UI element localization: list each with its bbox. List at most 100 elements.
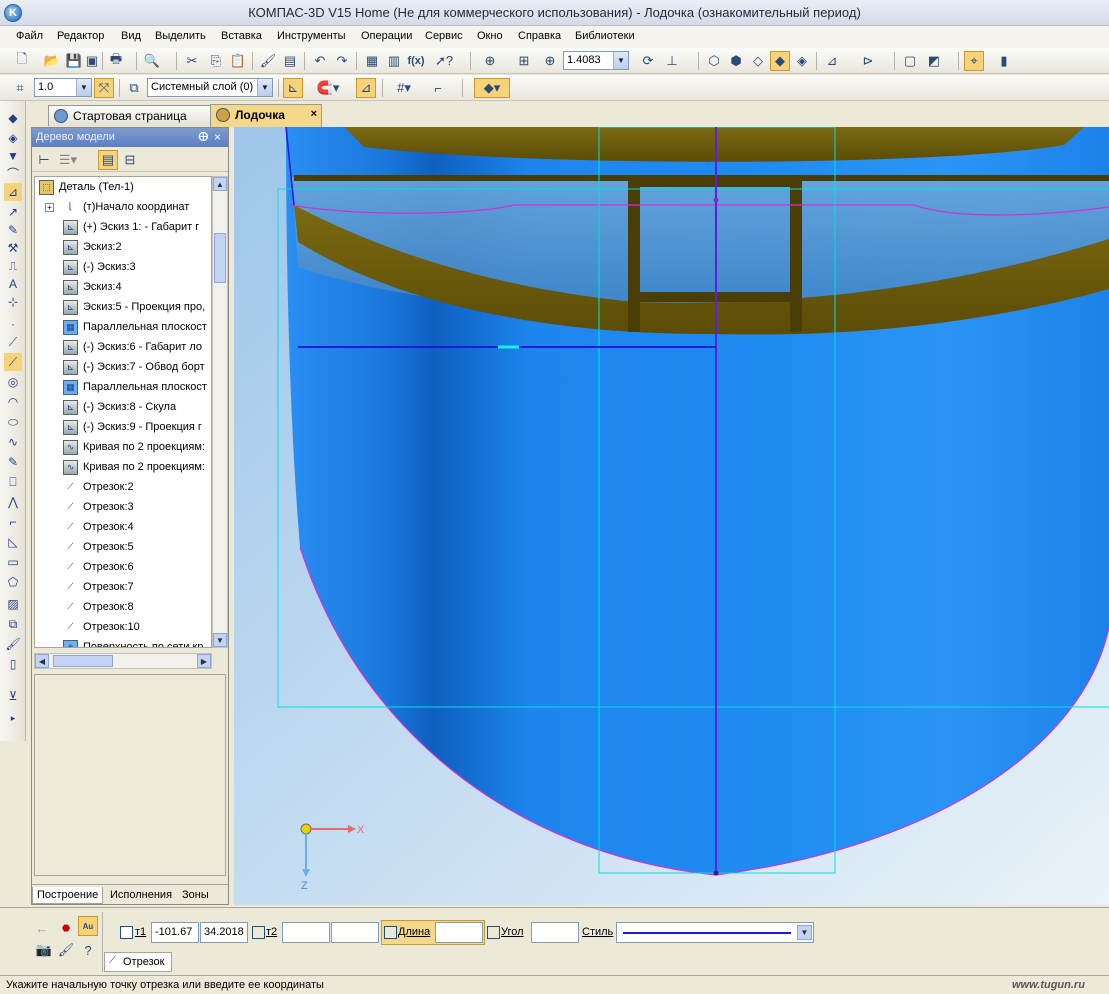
insert-icon[interactable]: ⊻ <box>4 687 22 705</box>
t1-y-field[interactable]: 34.2018 <box>200 922 248 943</box>
copy-geometry-icon[interactable]: ⧉ <box>4 615 22 633</box>
expand-icon[interactable]: + <box>45 203 54 212</box>
tree-item[interactable]: ⟋ Отрезок:3 <box>35 497 211 517</box>
chevron-down-icon[interactable]: ▼ <box>613 52 628 69</box>
spatial-curves-icon[interactable]: ⌒ <box>4 165 22 183</box>
menu-insert[interactable]: Вставка <box>221 30 262 42</box>
tab-start-page[interactable]: Стартовая страница <box>48 105 226 126</box>
layer-combo[interactable]: Системный слой (0) ▼ <box>147 78 273 97</box>
chevron-down-icon[interactable]: ▼ <box>257 79 272 96</box>
tree-item[interactable]: ◈ Поверхность по сети кр <box>35 637 211 647</box>
tree-item[interactable]: ⟋ Отрезок:2 <box>35 477 211 497</box>
dimension-icon[interactable]: ↗ <box>4 203 22 221</box>
display-style-icon[interactable]: ◆▾ <box>474 78 510 98</box>
undo-icon[interactable]: ↶ <box>310 51 330 71</box>
tree-vertical-scrollbar[interactable]: ▲ ▼ <box>212 176 228 648</box>
chevron-down-icon[interactable]: ▼ <box>76 79 91 96</box>
ellipse-icon[interactable]: ⬭ <box>4 413 22 431</box>
sketch-endpoint[interactable] <box>713 870 719 876</box>
help-pointer-icon[interactable]: ➚? <box>434 51 454 71</box>
close-icon[interactable]: × <box>311 108 317 120</box>
surface-ops-icon[interactable]: ◈ <box>4 129 22 147</box>
format-brush-icon[interactable]: 🖌 <box>258 51 278 71</box>
local-cs-icon[interactable]: ⊿ <box>356 78 376 98</box>
open-icon[interactable]: 📂 <box>42 51 62 71</box>
tree-item[interactable]: ⊾ (-) Эскиз:9 - Проекция г <box>35 417 211 437</box>
fill-icon[interactable]: 🖌 <box>4 635 22 653</box>
angle-checkbox[interactable] <box>487 926 500 939</box>
round-icon[interactable]: ⌐ <box>428 78 448 98</box>
back-arrow-icon[interactable]: ← <box>32 918 52 938</box>
command-tab-segment[interactable]: ⟋ Отрезок <box>104 952 172 972</box>
tree-item[interactable]: ⊾ Эскиз:2 <box>35 237 211 257</box>
solid-ops-icon[interactable]: ◆ <box>4 109 22 127</box>
thin-lines-icon[interactable]: ◇ <box>748 51 768 71</box>
aux-line-icon[interactable]: ⟋ <box>4 333 22 351</box>
hidden-lines-icon[interactable]: ⬢ <box>726 51 746 71</box>
manager-icon[interactable]: ▦ <box>362 51 382 71</box>
tree-item[interactable]: ⟋ Отрезок:7 <box>35 577 211 597</box>
tree-horizontal-scrollbar[interactable]: ◀ ▶ <box>34 653 212 669</box>
camera-icon[interactable]: 📷 <box>34 940 54 960</box>
viewport-canvas[interactable]: X Z <box>234 127 1109 905</box>
rotate-icon[interactable]: ⟳ <box>638 51 658 71</box>
line-scale-combo[interactable]: 1.0 ▼ <box>34 78 92 97</box>
filter-icon[interactable]: ⊳ <box>858 51 878 71</box>
menu-tools[interactable]: Инструменты <box>277 30 346 42</box>
tree-item[interactable]: ⊾ (-) Эскиз:8 - Скула <box>35 397 211 417</box>
properties-icon[interactable]: ▤ <box>280 51 300 71</box>
text-icon[interactable]: A <box>4 275 22 293</box>
hatch-icon[interactable]: ▨ <box>4 595 22 613</box>
scroll-down-icon[interactable]: ▼ <box>213 633 227 647</box>
filter-ops-icon[interactable]: ▼ <box>4 147 22 165</box>
polygon-icon[interactable]: ⬠ <box>4 573 22 591</box>
hammer-icon[interactable]: ⚒ <box>4 239 22 257</box>
projection-icon[interactable]: ⎕ <box>4 473 22 491</box>
stop-icon[interactable]: ⬣ <box>56 918 76 938</box>
tree-item[interactable]: + ⌊ (т)Начало координат <box>35 197 211 217</box>
angle-field[interactable] <box>531 922 579 943</box>
scroll-thumb[interactable] <box>214 233 226 283</box>
snap-angle-icon[interactable]: ⤧ <box>94 78 114 98</box>
variables-icon[interactable]: f(x) <box>406 51 426 71</box>
magnet-icon[interactable]: 🧲▾ <box>312 78 344 98</box>
menu-libraries[interactable]: Библиотеки <box>575 30 635 42</box>
zoom-fit-icon[interactable]: ⊞ <box>514 51 534 71</box>
grid-icon[interactable]: #▾ <box>388 78 420 98</box>
chevron-down-icon[interactable]: ▼ <box>797 925 812 940</box>
scroll-left-icon[interactable]: ◀ <box>35 654 49 668</box>
tree-item[interactable]: ⟋ Отрезок:8 <box>35 597 211 617</box>
contour-icon[interactable]: ▯ <box>4 655 22 673</box>
t1-checkbox[interactable] <box>120 926 133 939</box>
tree-item[interactable]: ⊾ (-) Эскиз:6 - Габарит ло <box>35 337 211 357</box>
tree-filter-icon[interactable]: ⊟ <box>120 150 140 170</box>
step-icon[interactable]: ⌗ <box>10 78 30 98</box>
shaded-icon[interactable]: ◆ <box>770 51 790 71</box>
line-style-select[interactable]: ▼ <box>616 922 814 943</box>
t2-x-field[interactable] <box>282 922 330 943</box>
menu-editor[interactable]: Редактор <box>57 30 104 42</box>
tree-item[interactable]: ⟋ Отрезок:10 <box>35 617 211 637</box>
help-icon[interactable]: ? <box>78 940 98 960</box>
paste-icon[interactable]: 📋 <box>228 51 248 71</box>
spline-icon[interactable]: ∿ <box>4 433 22 451</box>
nurbs-icon[interactable]: ✎ <box>4 453 22 471</box>
menu-operations[interactable]: Операции <box>361 30 412 42</box>
tree-item[interactable]: ⊾ Эскиз:5 - Проекция про, <box>35 297 211 317</box>
layers-icon[interactable]: ⧉ <box>124 78 144 98</box>
brush-icon[interactable]: 🖌 <box>56 940 76 960</box>
tree-item[interactable]: ⟋ Отрезок:5 <box>35 537 211 557</box>
tree-item[interactable]: ⊾ Эскиз:4 <box>35 277 211 297</box>
shaded-edges-icon[interactable]: ◈ <box>792 51 812 71</box>
circle-icon[interactable]: ◎ <box>4 373 22 391</box>
tree-item[interactable]: ▦ Параллельная плоскост <box>35 377 211 397</box>
ortho-icon[interactable]: ⊾ <box>283 78 303 98</box>
tree-view-icon[interactable]: ▤ <box>98 150 118 170</box>
tree-item[interactable]: ⊾ (-) Эскиз:7 - Обвод борт <box>35 357 211 377</box>
t1-x-field[interactable]: -101.67 <box>151 922 199 943</box>
t2-y-field[interactable] <box>331 922 379 943</box>
copy-icon[interactable]: ⎘ <box>206 51 226 71</box>
length-checkbox[interactable] <box>384 926 397 939</box>
arc-icon[interactable]: ◠ <box>4 393 22 411</box>
measure-icon[interactable]: ✎ <box>4 221 22 239</box>
